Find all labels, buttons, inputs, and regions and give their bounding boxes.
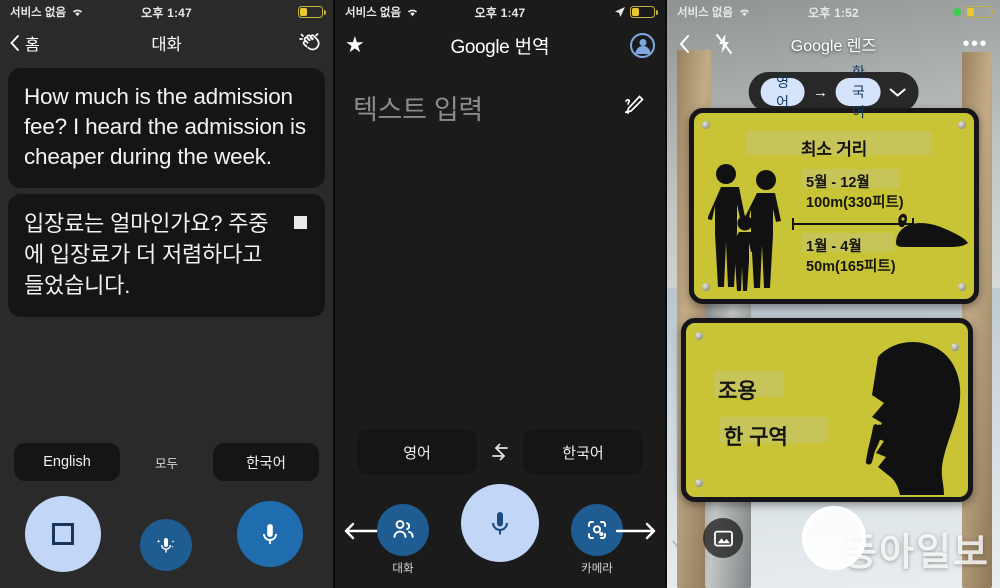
bottom-action-row: 대화 카메라	[335, 478, 665, 582]
gallery-button[interactable]	[703, 518, 743, 558]
two-people-icon	[393, 520, 414, 538]
shutter-button[interactable]	[801, 506, 866, 570]
search-input[interactable]: 텍스트 입력	[353, 88, 647, 127]
sign-title: 최소 거리	[800, 140, 868, 159]
message-bubble-translation[interactable]: 입장료는 얼마인가요? 주중에 입장료가 더 저렴하다고 들었습니다.	[8, 193, 325, 318]
status-right	[953, 6, 993, 18]
brand-suffix: 렌즈	[846, 38, 877, 55]
arrow-right-icon	[615, 522, 656, 540]
seal-silhouette-icon	[896, 213, 968, 247]
waving-hand-icon[interactable]	[297, 30, 323, 56]
conversation-mode-label: 대화	[392, 563, 414, 575]
status-bar: 서비스 없음 오후 1:52	[667, 0, 1000, 24]
camera-mode-label: 카메라	[581, 563, 613, 575]
message-list: How much is the admission fee? I heard t…	[0, 62, 333, 318]
mic-icon	[492, 512, 508, 535]
status-time: 오후 1:47	[141, 5, 192, 20]
gallery-icon	[713, 530, 733, 547]
brand-label: Google	[790, 38, 843, 55]
battery-low-power-icon	[298, 6, 326, 18]
location-arrow-icon	[615, 7, 625, 17]
more-options-icon[interactable]: •••	[962, 34, 988, 54]
status-bar: 서비스 없음 오후 1:47	[0, 0, 333, 24]
camera-lens-icon	[588, 521, 606, 539]
auto-detect-mic-button[interactable]	[140, 519, 192, 571]
page-title: 대화	[151, 36, 182, 54]
star-icon[interactable]: ★	[345, 34, 365, 56]
text-input-area[interactable]: 텍스트 입력	[335, 66, 665, 388]
language-button-source[interactable]: 영어	[357, 429, 477, 475]
nav-bar: ★ Google 번역	[335, 24, 665, 66]
message-text: 입장료는 얼마인가요? 주중에 입장료가 더 저렴하다고 들었습니다.	[24, 210, 269, 299]
brand-suffix: 번역	[514, 36, 550, 58]
nav-bar: 홈 대화	[0, 24, 333, 62]
stop-button[interactable]	[25, 496, 101, 572]
family-silhouette-icon	[708, 164, 781, 291]
status-bar: 서비스 없음 오후 1:47	[335, 0, 665, 24]
conversation-mode-button[interactable]	[377, 504, 429, 556]
page-title: Google 번역	[335, 32, 665, 59]
panel-lens-camera: 최소 거리 5월 - 12월 100m(330피트) 1월 - 4월 50m(1…	[667, 0, 1000, 588]
three-panel-screenshot: 서비스 없음 오후 1:47 홈 대화 How much is the admi…	[0, 0, 1000, 588]
status-time: 오후 1:52	[808, 5, 859, 20]
stop-square-icon	[52, 523, 74, 545]
language-selector-row: 영어 한국어	[335, 429, 665, 475]
back-label: 홈	[25, 37, 40, 54]
language-selector-row: English 모두 한국어	[0, 443, 333, 481]
panel-translate-home: 서비스 없음 오후 1:47 ★ Google 번역 텍스트 입력 영어 한국어…	[333, 0, 667, 588]
sign-quiet-zone[interactable]: 조용 한 구역	[681, 318, 973, 502]
chevron-down-icon[interactable]	[889, 86, 907, 98]
arrow-right-icon: →	[813, 83, 828, 101]
green-dot-icon	[953, 8, 961, 16]
language-button-target[interactable]: 한국어	[836, 64, 881, 120]
language-button-target[interactable]: 한국어	[523, 429, 643, 475]
chevron-left-icon	[680, 35, 689, 53]
status-right	[614, 6, 658, 18]
battery-low-power-icon	[965, 6, 993, 18]
language-button-source[interactable]: English	[14, 443, 120, 481]
swap-arrows-icon[interactable]	[487, 441, 513, 463]
brand-label: Google	[450, 36, 510, 58]
lens-nav-bar: Google 렌즈 •••	[667, 24, 1000, 64]
flash-off-button[interactable]	[714, 33, 734, 55]
language-button-source[interactable]: 영어	[760, 74, 805, 110]
message-bubble-source[interactable]: How much is the admission fee? I heard t…	[8, 68, 325, 188]
panel-conversation: 서비스 없음 오후 1:47 홈 대화 How much is the admi…	[0, 0, 333, 588]
battery-low-power-icon	[630, 6, 658, 18]
mic-sparkle-icon	[156, 538, 175, 553]
language-button-all[interactable]: 모두	[155, 453, 178, 472]
sign-period-2: 1월 - 4월	[806, 239, 862, 255]
sign-distance-2: 50m(165피트)	[806, 259, 896, 275]
flash-off-icon	[716, 34, 732, 54]
shush-face-silhouette-icon	[865, 342, 961, 495]
sign-line-2: 한 구역	[724, 426, 788, 449]
stop-square-icon	[294, 215, 307, 229]
account-avatar-icon[interactable]	[630, 32, 655, 58]
chevron-left-icon	[10, 35, 19, 51]
back-button[interactable]	[679, 35, 690, 53]
sign-period-1: 5월 - 12월	[806, 175, 870, 191]
sign-minimum-distance[interactable]: 최소 거리 5월 - 12월 100m(330피트) 1월 - 4월 50m(1…	[689, 108, 979, 304]
status-right	[298, 6, 326, 18]
control-row	[0, 488, 333, 578]
message-text: How much is the admission fee? I heard t…	[24, 84, 306, 169]
back-button[interactable]: 홈	[10, 31, 40, 55]
language-button-target[interactable]: 한국어	[212, 443, 319, 481]
mic-icon	[263, 524, 277, 544]
sign-line-1: 조용	[718, 380, 757, 403]
lens-language-bar: 영어 → 한국어	[748, 64, 919, 120]
handwriting-icon[interactable]	[621, 92, 647, 123]
mic-button[interactable]	[237, 501, 303, 567]
mic-button[interactable]	[461, 484, 539, 562]
